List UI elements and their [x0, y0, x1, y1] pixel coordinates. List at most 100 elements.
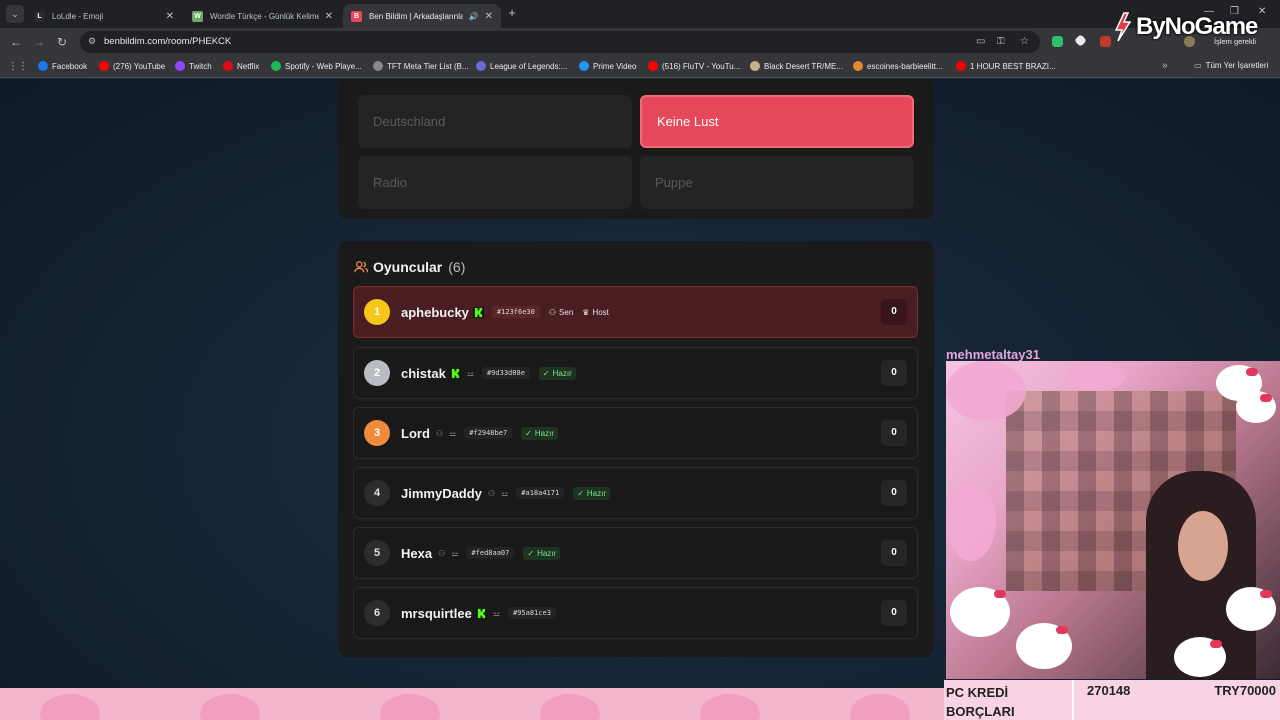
ready-label: Hazır	[534, 428, 554, 438]
forward-button[interactable]: →	[33, 35, 45, 49]
player-row[interactable]: 6 mrsquirtlee ⚍ #95a81ce3 0	[353, 587, 918, 639]
bookmark-label: escoines-barbieelitt...	[867, 61, 943, 71]
all-bookmarks-label: Tüm Yer İşaretleri	[1205, 61, 1269, 70]
player-name: Lord	[401, 425, 430, 441]
bookmark-label: Facebook	[52, 61, 88, 71]
answer-option[interactable]: Puppe	[640, 156, 914, 209]
add-friend-icon[interactable]: ⚍	[493, 609, 500, 618]
decor-blob	[380, 694, 440, 720]
answer-label: Puppe	[655, 175, 693, 190]
bookmark-item[interactable]: Black Desert TR/ME...	[750, 61, 843, 71]
tab-2[interactable]: W Wordle Türkçe - Günlük Kelime ✕	[184, 4, 341, 28]
shield-extension-icon[interactable]	[1052, 36, 1063, 47]
folder-icon: ▭	[1194, 61, 1202, 70]
site-info-icon[interactable]: ⚙	[88, 36, 96, 47]
bookmark-label: Netflix	[237, 61, 260, 71]
credit-label-line-2: BORÇLARI	[946, 704, 1015, 719]
player-row[interactable]: 1 aphebucky #123f6e30 ⚇ Sen ♛ Host 0	[353, 286, 918, 338]
bookmark-item[interactable]: League of Legends:...	[476, 61, 567, 71]
tab-title: LoLdle - Emoji	[52, 11, 104, 21]
decor-blob	[700, 694, 760, 720]
diamond-extension-icon[interactable]	[1074, 34, 1087, 47]
bookmark-favicon-icon	[38, 61, 48, 71]
player-id: #a18a4171	[516, 487, 565, 499]
decor-blob	[850, 694, 910, 720]
crown-icon: ♛	[582, 307, 590, 317]
reload-button[interactable]: ↻	[57, 35, 67, 49]
answer-option[interactable]: Keine Lust	[640, 95, 914, 148]
player-rank: 2	[364, 360, 390, 386]
logo-mark-icon	[1114, 12, 1132, 42]
add-friend-icon[interactable]: ⚍	[449, 429, 456, 438]
bookmark-item[interactable]: (516) FluTV - YouTu...	[648, 61, 740, 71]
player-info: Lord ⚇ ⚍ #f2948be7 ✓ Hazır	[401, 408, 558, 458]
decor-blob	[1066, 361, 1126, 391]
add-friend-icon[interactable]: ⚍	[451, 549, 458, 558]
player-row[interactable]: 4 JimmyDaddy ⚇ ⚍ #a18a4171 ✓ Hazır 0	[353, 467, 918, 519]
player-name: mrsquirtlee	[401, 605, 472, 621]
answer-option[interactable]: Deutschland	[358, 95, 632, 148]
tab-favicon-icon: B	[351, 10, 362, 22]
tab-1[interactable]: L LoLdle - Emoji ✕	[26, 4, 182, 28]
bookmark-favicon-icon	[956, 61, 966, 71]
bookmark-item[interactable]: Netflix	[223, 61, 259, 71]
user-icon: ⚇	[438, 548, 446, 558]
ready-badge: ✓ Hazır	[573, 486, 611, 500]
new-tab-button[interactable]: +	[505, 6, 519, 20]
bookmark-item[interactable]: Twitch	[175, 61, 212, 71]
kick-logo-icon	[472, 306, 484, 318]
close-tab-icon[interactable]: ✕	[166, 11, 174, 22]
bookmark-item[interactable]: Spotify - Web Playe...	[271, 61, 362, 71]
bookmark-label: Spotify - Web Playe...	[285, 61, 362, 71]
player-id: #f2948be7	[464, 427, 513, 439]
bookmark-item[interactable]: Facebook	[38, 61, 87, 71]
apps-grid-icon[interactable]: ⋮⋮	[8, 61, 28, 72]
credit-debt-label: PC KREDİ BORÇLARI	[946, 683, 1015, 720]
close-window-button[interactable]: ✕	[1258, 6, 1266, 17]
close-tab-icon[interactable]: ✕	[325, 11, 333, 22]
player-info: aphebucky #123f6e30 ⚇ Sen ♛ Host	[401, 287, 609, 337]
bookmark-label: (276) YouTube	[113, 61, 166, 71]
host-label: Host	[592, 307, 609, 317]
bookmark-label: Twitch	[189, 61, 212, 71]
answer-option[interactable]: Radio	[358, 156, 632, 209]
player-score: 0	[881, 299, 907, 325]
more-bookmarks-icon[interactable]: »	[1162, 60, 1168, 71]
decor-blob	[946, 361, 1026, 421]
player-name: chistak	[401, 365, 446, 381]
back-button[interactable]: ←	[10, 35, 22, 49]
address-bar[interactable]: ⚙ benbildim.com/room/PHEKCK ▭ ⚿ ☆	[80, 31, 1040, 53]
bookmark-item[interactable]: Prime Video	[579, 61, 636, 71]
streamer-face	[1178, 511, 1228, 581]
bookmark-item[interactable]: 1 HOUR BEST BRAZI...	[956, 61, 1056, 71]
you-tag: ⚇ Sen	[549, 308, 573, 317]
password-key-icon[interactable]: ⚿	[997, 36, 1005, 47]
bookmark-star-icon[interactable]: ☆	[1020, 36, 1029, 47]
bookmark-item[interactable]: (276) YouTube	[99, 61, 165, 71]
decor-blob	[540, 694, 600, 720]
close-tab-icon[interactable]: ✕	[485, 11, 493, 22]
cast-icon[interactable]: ▭	[976, 36, 985, 47]
tab-search-button[interactable]: ⌄	[6, 5, 24, 23]
hello-kitty-sticker	[1236, 391, 1276, 423]
ready-label: Hazır	[552, 368, 572, 378]
credit-label-line-1: PC KREDİ	[946, 685, 1009, 700]
tab-title: Ben Bildim | Arkadaşlarınla	[369, 11, 463, 21]
all-bookmarks-link[interactable]: ▭ Tüm Yer İşaretleri	[1194, 61, 1268, 70]
url-text[interactable]: benbildim.com/room/PHEKCK	[104, 36, 231, 47]
tab-3[interactable]: B Ben Bildim | Arkadaşlarınla 🔊 ✕	[343, 4, 501, 28]
add-friend-icon[interactable]: ⚍	[467, 369, 474, 378]
player-name: Hexa	[401, 545, 433, 561]
player-row[interactable]: 2 chistak ⚍ #9d33d08e ✓ Hazır 0	[353, 347, 918, 399]
speaker-icon[interactable]: 🔊	[469, 12, 479, 21]
player-info: JimmyDaddy ⚇ ⚍ #a18a4171 ✓ Hazır	[401, 468, 611, 518]
add-friend-icon[interactable]: ⚍	[501, 489, 508, 498]
bookmark-item[interactable]: escoines-barbieelitt...	[853, 61, 943, 71]
bookmark-item[interactable]: TFT Meta Tier List (B...	[373, 61, 469, 71]
tab-title: Wordle Türkçe - Günlük Kelime	[210, 11, 319, 21]
player-row[interactable]: 3 Lord ⚇ ⚍ #f2948be7 ✓ Hazır 0	[353, 407, 918, 459]
bookmark-favicon-icon	[750, 61, 760, 71]
kick-logo-icon	[475, 607, 487, 619]
player-row[interactable]: 5 Hexa ⚇ ⚍ #fed8aa07 ✓ Hazır 0	[353, 527, 918, 579]
player-info: Hexa ⚇ ⚍ #fed8aa07 ✓ Hazır	[401, 528, 561, 578]
